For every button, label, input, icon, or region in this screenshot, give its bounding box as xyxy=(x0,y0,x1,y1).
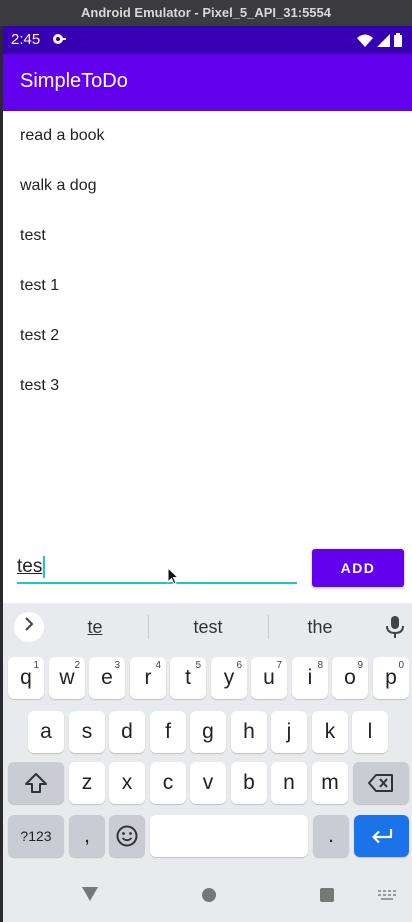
backspace-icon xyxy=(368,774,393,793)
key-k[interactable]: k xyxy=(312,711,348,753)
keyboard-switch-icon[interactable] xyxy=(378,890,396,902)
add-button[interactable]: ADD xyxy=(312,549,404,587)
todo-item[interactable]: test 3 xyxy=(3,361,412,411)
shift-key[interactable] xyxy=(8,762,64,804)
navigation-bar xyxy=(3,878,412,922)
key-o[interactable]: o9 xyxy=(332,657,368,699)
key-i[interactable]: i8 xyxy=(292,657,328,699)
backspace-key[interactable] xyxy=(353,762,409,804)
chevron-right-icon xyxy=(25,617,34,631)
comma-key[interactable]: , xyxy=(69,815,105,857)
wifi-icon xyxy=(356,34,373,47)
recents-square-icon[interactable] xyxy=(319,887,335,903)
todo-item[interactable]: test 1 xyxy=(3,261,412,311)
suggestion-1[interactable]: te xyxy=(45,603,145,651)
key-b[interactable]: b xyxy=(231,762,267,804)
suggestion-strip: te test the xyxy=(3,603,412,651)
enter-icon xyxy=(371,829,392,844)
add-item-row: tes ADD xyxy=(3,546,412,606)
todo-item[interactable]: walk a dog xyxy=(3,161,412,211)
mouse-pointer-icon xyxy=(167,567,179,585)
todo-list[interactable]: read a book walk a dog test test 1 test … xyxy=(3,111,412,411)
key-j[interactable]: j xyxy=(271,711,307,753)
key-f[interactable]: f xyxy=(150,711,186,753)
signal-icon xyxy=(376,34,390,47)
key-q[interactable]: q1 xyxy=(8,657,44,699)
key-s[interactable]: s xyxy=(69,711,105,753)
key-l[interactable]: l xyxy=(352,711,388,753)
todo-item[interactable]: test xyxy=(3,211,412,261)
key-z[interactable]: z xyxy=(69,762,105,804)
space-key[interactable] xyxy=(150,815,308,857)
suggestion-divider xyxy=(268,615,269,639)
status-time: 2:45 xyxy=(11,31,41,48)
key-p[interactable]: p0 xyxy=(373,657,409,699)
key-u[interactable]: u7 xyxy=(251,657,287,699)
key-t[interactable]: t5 xyxy=(170,657,206,699)
new-item-input[interactable]: tes xyxy=(17,556,297,584)
todo-item[interactable]: read a book xyxy=(3,111,412,161)
shift-icon xyxy=(25,773,47,794)
emulator-window-title: Android Emulator - Pixel_5_API_31:5554 xyxy=(0,0,412,26)
status-bar: 2:45 xyxy=(3,26,412,54)
key-a[interactable]: a xyxy=(28,711,64,753)
back-triangle-icon[interactable] xyxy=(81,886,99,902)
app-bar: SimpleToDo xyxy=(3,54,412,111)
symbols-key[interactable]: ?123 xyxy=(8,815,64,857)
mic-icon[interactable] xyxy=(384,615,406,639)
soft-keyboard: te test the q1 w2 e3 r4 t5 y6 u7 i8 o9 p… xyxy=(3,603,412,922)
key-x[interactable]: x xyxy=(109,762,145,804)
suggestion-3[interactable]: the xyxy=(270,603,370,651)
expand-toolbar-button[interactable] xyxy=(14,612,44,642)
key-h[interactable]: h xyxy=(231,711,267,753)
todo-item[interactable]: test 2 xyxy=(3,311,412,361)
enter-key[interactable] xyxy=(354,815,409,857)
key-c[interactable]: c xyxy=(150,762,186,804)
key-r[interactable]: r4 xyxy=(130,657,166,699)
key-w[interactable]: w2 xyxy=(49,657,85,699)
input-text: tes xyxy=(17,556,43,578)
status-icons xyxy=(356,33,402,51)
key-n[interactable]: n xyxy=(271,762,307,804)
key-m[interactable]: m xyxy=(312,762,348,804)
text-caret xyxy=(43,556,46,578)
key-g[interactable]: g xyxy=(190,711,226,753)
suggestion-2[interactable]: test xyxy=(158,603,258,651)
emoji-key[interactable] xyxy=(109,815,145,857)
key-d[interactable]: d xyxy=(109,711,145,753)
battery-icon xyxy=(394,33,402,47)
key-e[interactable]: e3 xyxy=(89,657,125,699)
key-v[interactable]: v xyxy=(190,762,226,804)
period-key[interactable]: . xyxy=(313,815,349,857)
app-title: SimpleToDo xyxy=(20,70,128,92)
notification-icon xyxy=(53,34,66,44)
home-circle-icon[interactable] xyxy=(201,887,217,903)
emoji-icon xyxy=(116,825,138,847)
key-y[interactable]: y6 xyxy=(211,657,247,699)
suggestion-divider xyxy=(148,615,149,639)
device-screen: 2:45 SimpleToDo read a book walk a dog t… xyxy=(3,26,412,922)
